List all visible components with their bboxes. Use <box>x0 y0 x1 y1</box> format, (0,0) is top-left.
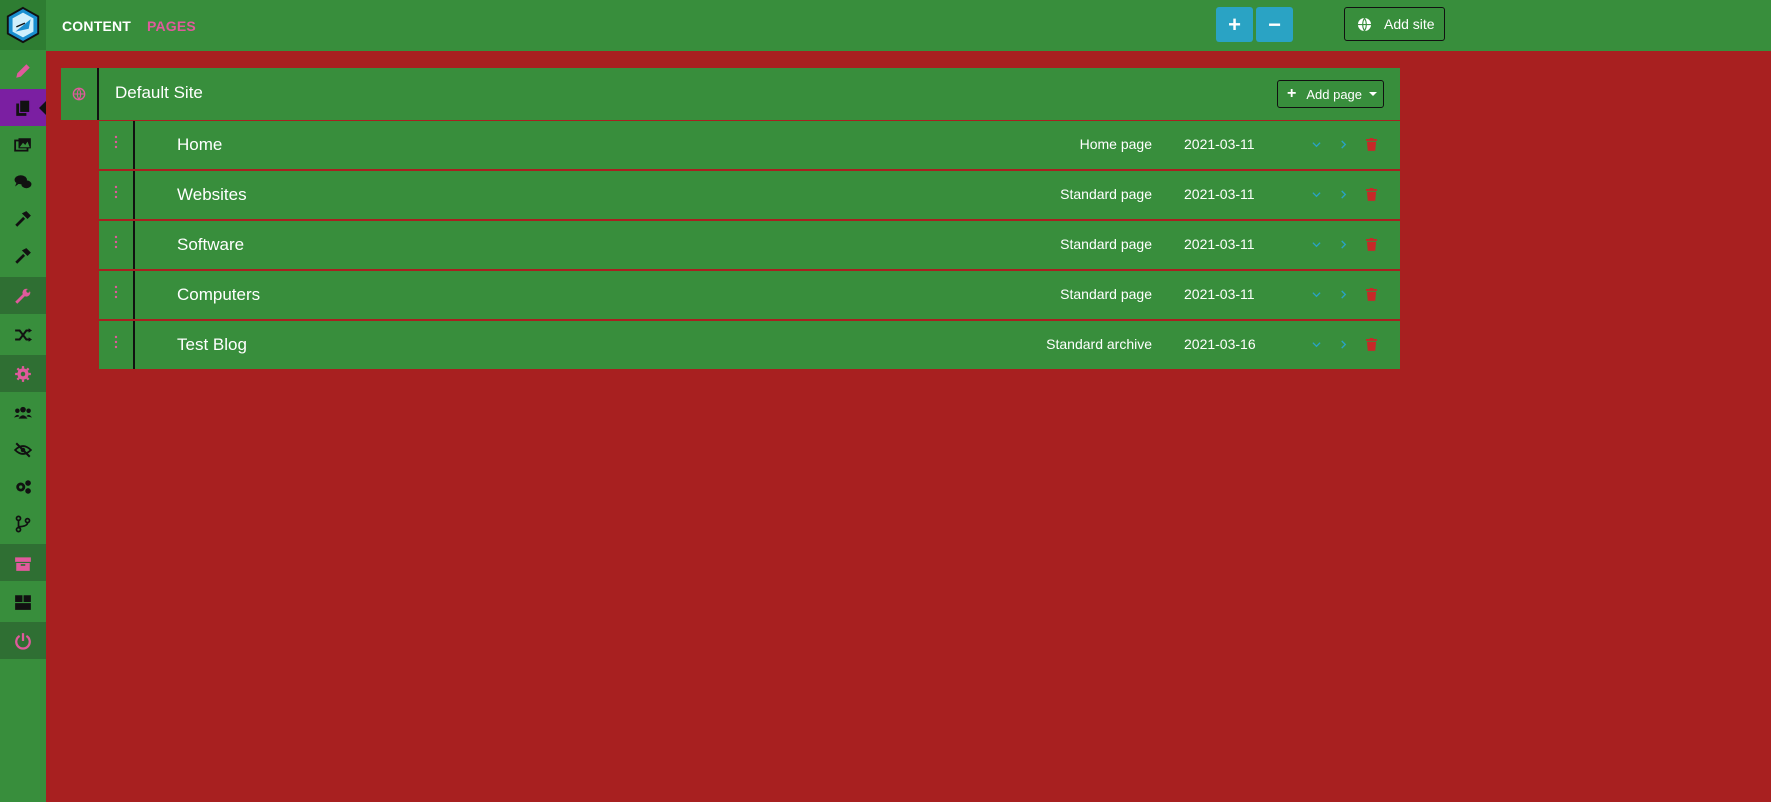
boxes-icon <box>15 594 31 610</box>
random-icon <box>15 327 32 342</box>
drag-handle[interactable] <box>99 271 135 319</box>
sidebar-item-branches[interactable] <box>0 505 46 542</box>
page-title[interactable]: Test Blog <box>177 335 247 355</box>
sidebar-item-config[interactable] <box>0 468 46 505</box>
power-icon <box>15 632 31 650</box>
breadcrumb-pages[interactable]: PAGES <box>147 18 196 34</box>
page-type: Home page <box>1079 136 1152 152</box>
site-handle[interactable] <box>61 68 99 120</box>
box-icon <box>15 556 31 571</box>
hammer-icon <box>15 247 31 264</box>
eye-slash-icon <box>14 442 32 457</box>
pages-icon <box>16 99 31 116</box>
ellipsis-vertical-icon <box>114 235 118 249</box>
sidebar-item-media[interactable] <box>0 126 46 163</box>
cog-icon <box>15 365 31 382</box>
chevron-down-icon[interactable] <box>1307 235 1325 253</box>
add-site-button[interactable]: Add site <box>1344 7 1445 41</box>
caret-down-icon <box>1369 92 1378 96</box>
page-row[interactable]: Home Home page 2021-03-11 <box>99 121 1400 169</box>
image-icon <box>14 137 31 152</box>
page-type: Standard archive <box>1046 336 1152 352</box>
sidebar-item-tools[interactable] <box>0 200 46 237</box>
sidebar-item-content-edit[interactable] <box>0 52 46 89</box>
top-bar: CONTENT PAGES + − Add site <box>46 0 1771 51</box>
hammer-icon <box>15 210 31 227</box>
wrench-icon <box>15 288 31 304</box>
sidebar <box>0 0 46 802</box>
users-icon <box>14 406 32 419</box>
drag-handle[interactable] <box>99 171 135 219</box>
globe-icon <box>72 87 86 101</box>
sidebar-item-logout[interactable] <box>0 622 46 659</box>
breadcrumb-content[interactable]: CONTENT <box>62 18 131 34</box>
page-row[interactable]: Computers Standard page 2021-03-11 <box>99 271 1400 319</box>
branch-icon <box>15 515 31 532</box>
chevron-right-icon[interactable] <box>1334 335 1352 353</box>
ellipsis-vertical-icon <box>114 135 118 149</box>
chevron-down-icon[interactable] <box>1307 135 1325 153</box>
add-page-label: Add page <box>1306 86 1363 102</box>
globe-icon <box>1357 17 1372 31</box>
sidebar-item-users[interactable] <box>0 394 46 431</box>
ellipsis-vertical-icon <box>114 185 118 199</box>
page-date: 2021-03-11 <box>1184 186 1255 202</box>
sidebar-item-build[interactable] <box>0 237 46 274</box>
sidebar-item-roles[interactable] <box>0 431 46 468</box>
page-type: Standard page <box>1060 286 1152 302</box>
page-title[interactable]: Websites <box>177 185 247 205</box>
drag-handle[interactable] <box>99 321 135 369</box>
chevron-down-icon[interactable] <box>1307 335 1325 353</box>
chevron-down-icon[interactable] <box>1307 185 1325 203</box>
sidebar-item-packages[interactable] <box>0 583 46 620</box>
logo-icon <box>6 6 40 44</box>
page-row[interactable]: Test Blog Standard archive 2021-03-16 <box>99 321 1400 369</box>
drag-handle[interactable] <box>99 121 135 169</box>
sidebar-item-pages[interactable] <box>0 89 46 126</box>
page-title[interactable]: Home <box>177 135 222 155</box>
chevron-down-icon[interactable] <box>1307 285 1325 303</box>
active-indicator <box>39 101 46 115</box>
add-site-label: Add site <box>1384 16 1435 32</box>
expand-all-button[interactable]: + <box>1216 7 1253 42</box>
page-type: Standard page <box>1060 186 1152 202</box>
sidebar-item-comments[interactable] <box>0 163 46 200</box>
page-date: 2021-03-11 <box>1184 136 1255 152</box>
sidebar-item-modules-section[interactable] <box>0 544 46 581</box>
page-date: 2021-03-16 <box>1184 336 1256 352</box>
page-date: 2021-03-11 <box>1184 286 1255 302</box>
comments-icon <box>14 174 32 188</box>
collapse-all-button[interactable]: − <box>1256 7 1293 42</box>
page-title[interactable]: Software <box>177 235 244 255</box>
app-logo[interactable] <box>0 0 46 50</box>
cogs-icon <box>16 479 31 494</box>
chevron-right-icon[interactable] <box>1334 235 1352 253</box>
site-title[interactable]: Default Site <box>115 83 203 103</box>
ellipsis-vertical-icon <box>114 285 118 299</box>
chevron-right-icon[interactable] <box>1334 285 1352 303</box>
trash-icon[interactable] <box>1362 235 1380 253</box>
drag-handle[interactable] <box>99 221 135 269</box>
page-title[interactable]: Computers <box>177 285 260 305</box>
trash-icon[interactable] <box>1362 285 1380 303</box>
sidebar-item-system-section[interactable] <box>0 355 46 392</box>
chevron-right-icon[interactable] <box>1334 185 1352 203</box>
page-type: Standard page <box>1060 236 1152 252</box>
trash-icon[interactable] <box>1362 135 1380 153</box>
plus-icon: + <box>1287 85 1297 102</box>
chevron-right-icon[interactable] <box>1334 135 1352 153</box>
ellipsis-vertical-icon <box>114 335 118 349</box>
trash-icon[interactable] <box>1362 185 1380 203</box>
add-page-dropdown[interactable]: + Add page <box>1277 80 1384 108</box>
sidebar-item-redirects[interactable] <box>0 316 46 353</box>
page-row[interactable]: Websites Standard page 2021-03-11 <box>99 171 1400 219</box>
page-row[interactable]: Software Standard page 2021-03-11 <box>99 221 1400 269</box>
page-date: 2021-03-11 <box>1184 236 1255 252</box>
sidebar-item-settings-section[interactable] <box>0 277 46 314</box>
trash-icon[interactable] <box>1362 335 1380 353</box>
site-header: Default Site + Add page <box>61 68 1400 120</box>
pencil-icon <box>16 63 30 78</box>
